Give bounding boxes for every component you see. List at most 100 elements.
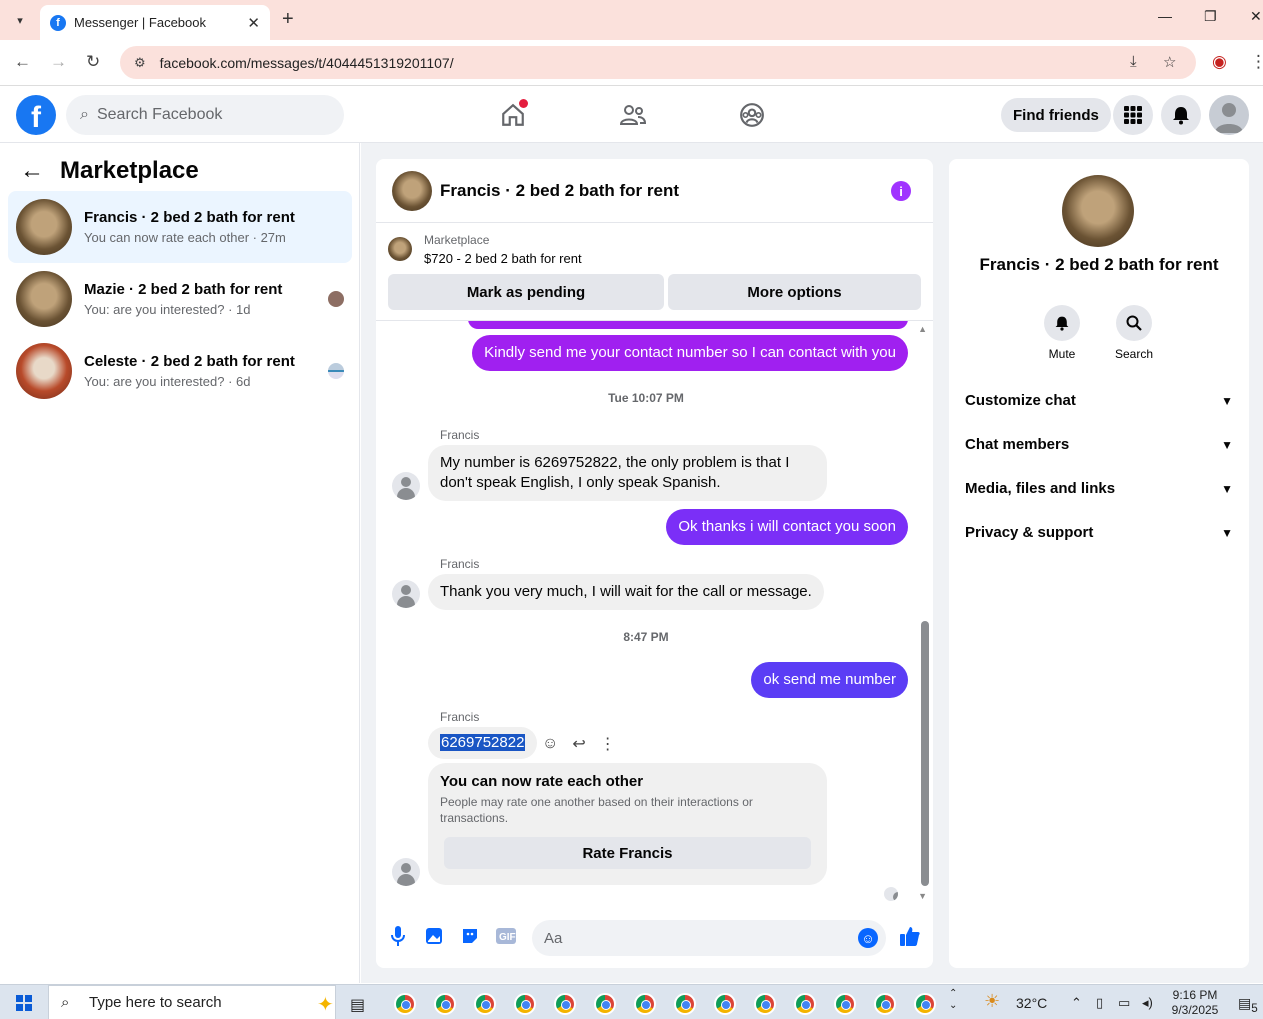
chat-title[interactable]: Francis · 2 bed 2 bath for rent xyxy=(440,181,679,201)
photo-icon[interactable] xyxy=(423,925,445,947)
react-smiley-icon[interactable]: ☺ xyxy=(542,735,558,753)
close-window-icon[interactable]: ✕ xyxy=(1250,8,1262,25)
chrome-icon[interactable] xyxy=(434,993,456,1015)
listing-thumbnail[interactable] xyxy=(388,237,412,261)
url-text: facebook.com/messages/t/4044451319201107… xyxy=(159,54,454,71)
microphone-icon[interactable] xyxy=(387,925,409,947)
forward-arrow-icon[interactable]: → xyxy=(50,52,67,72)
marketplace-label: Marketplace xyxy=(424,233,490,247)
scroll-up-arrow-icon[interactable]: ▲ xyxy=(918,324,927,334)
conversation-item[interactable]: Mazie · 2 bed 2 bath for rent You: are y… xyxy=(8,263,352,335)
browser-tab-messenger[interactable]: f Messenger | Facebook ✕ xyxy=(40,5,270,40)
chrome-icon[interactable] xyxy=(394,993,416,1015)
bell-icon xyxy=(1044,305,1080,341)
scroll-down-arrow-icon[interactable]: ▼ xyxy=(918,891,927,901)
taskbar-search-input[interactable]: ⌕ Type here to search ✦ xyxy=(48,985,336,1019)
restore-icon[interactable]: ❐ xyxy=(1204,8,1217,25)
chrome-icon[interactable] xyxy=(514,993,536,1015)
search-in-chat-button[interactable]: Search xyxy=(1104,305,1164,361)
address-bar[interactable]: ⚙ facebook.com/messages/t/40444513192011… xyxy=(120,46,1196,79)
chrome-icon[interactable] xyxy=(914,993,936,1015)
gif-icon[interactable]: GIF xyxy=(495,925,517,947)
chrome-icon[interactable] xyxy=(634,993,656,1015)
media-files-links-row[interactable]: Media, files and links ▼ xyxy=(965,480,1233,497)
minimize-icon[interactable]: — xyxy=(1158,8,1172,24)
windows-start-icon[interactable] xyxy=(16,995,32,1011)
new-tab-icon[interactable]: + xyxy=(282,8,294,31)
scrollbar-thumb[interactable] xyxy=(921,621,929,886)
back-arrow-icon[interactable]: ← xyxy=(20,157,44,185)
notification-center-icon[interactable]: ▤5 xyxy=(1238,995,1258,1015)
show-hidden-icons-chevron-icon[interactable]: ⌃ xyxy=(1071,995,1082,1011)
facebook-logo-icon[interactable]: f xyxy=(16,95,56,135)
emoji-icon[interactable]: ☺ xyxy=(858,928,878,948)
find-friends-button[interactable]: Find friends xyxy=(1001,98,1111,132)
message-bubble-incoming[interactable]: Thank you very much, I will wait for the… xyxy=(428,574,824,610)
thumbs-up-icon[interactable] xyxy=(898,925,922,947)
message-bubble-outgoing[interactable]: Kindly send me your contact number so I … xyxy=(472,335,908,371)
profile-icon[interactable]: ◉ xyxy=(1212,52,1227,72)
friends-icon[interactable] xyxy=(616,99,650,131)
home-icon[interactable] xyxy=(496,99,530,131)
more-options-button[interactable]: More options xyxy=(668,274,921,310)
chat-members-row[interactable]: Chat members ▼ xyxy=(965,436,1233,453)
taskbar-scroll-icon[interactable]: ⌃ ⌄ xyxy=(949,988,957,1012)
listing-thumbnail[interactable] xyxy=(392,170,432,211)
listing-price[interactable]: $720 - 2 bed 2 bath for rent xyxy=(424,251,582,266)
chrome-icon[interactable] xyxy=(594,993,616,1015)
search-icon: ⌕ xyxy=(80,106,89,123)
tab-search-chevron-icon[interactable]: ▾ xyxy=(8,9,32,31)
chrome-icon[interactable] xyxy=(754,993,776,1015)
task-view-icon[interactable]: ▤ xyxy=(350,995,365,1015)
facebook-search-input[interactable]: ⌕ Search Facebook xyxy=(66,95,344,135)
reload-icon[interactable]: ↻ xyxy=(86,52,100,72)
reply-icon[interactable]: ↩ xyxy=(572,734,585,754)
message-list[interactable]: Kindly send me your contact number so I … xyxy=(376,321,933,901)
chrome-icon[interactable] xyxy=(874,993,896,1015)
taskbar-clock[interactable]: 9:16 PM 9/3/2025 xyxy=(1165,988,1225,1018)
sender-avatar[interactable] xyxy=(392,580,420,608)
chrome-icon[interactable] xyxy=(794,993,816,1015)
sender-avatar[interactable] xyxy=(392,472,420,500)
chrome-icon[interactable] xyxy=(474,993,496,1015)
more-actions-icon[interactable]: ⋮ xyxy=(600,734,616,754)
message-input[interactable]: Aa ☺ xyxy=(532,920,886,956)
browser-menu-icon[interactable]: ⋮ xyxy=(1250,52,1263,72)
site-info-icon[interactable]: ⚙ xyxy=(134,55,146,71)
privacy-support-row[interactable]: Privacy & support ▼ xyxy=(965,524,1233,541)
notifications-bell-icon[interactable] xyxy=(1161,95,1201,135)
battery-icon[interactable]: ▯ xyxy=(1096,995,1103,1011)
install-app-icon[interactable]: ⤓ xyxy=(1130,53,1137,70)
chrome-icon[interactable] xyxy=(714,993,736,1015)
groups-icon[interactable] xyxy=(735,99,769,131)
message-bubble-incoming[interactable]: My number is 6269752822, the only proble… xyxy=(428,445,827,501)
account-avatar[interactable] xyxy=(1209,95,1249,135)
conversation-preview: You: are you interested? · 1d xyxy=(84,302,251,317)
message-bubble-outgoing[interactable]: Ok thanks i will contact you soon xyxy=(666,509,908,545)
chrome-icon[interactable] xyxy=(674,993,696,1015)
back-arrow-icon[interactable]: ← xyxy=(14,52,31,72)
chrome-icon[interactable] xyxy=(834,993,856,1015)
volume-icon[interactable]: ◂) xyxy=(1142,995,1153,1011)
sender-avatar[interactable] xyxy=(392,858,420,886)
listing-thumbnail[interactable] xyxy=(1062,175,1134,247)
conversation-item[interactable]: Francis · 2 bed 2 bath for rent You can … xyxy=(8,191,352,263)
mute-button[interactable]: Mute xyxy=(1032,305,1092,361)
conversation-list-pane: ← Marketplace Francis · 2 bed 2 bath for… xyxy=(0,143,360,983)
menu-grid-icon[interactable] xyxy=(1113,95,1153,135)
close-tab-icon[interactable]: ✕ xyxy=(247,14,260,32)
message-bubble-incoming[interactable]: 6269752822 xyxy=(428,727,538,759)
rate-francis-button[interactable]: Rate Francis xyxy=(444,837,811,869)
chat-info-name: Francis · 2 bed 2 bath for rent xyxy=(979,255,1219,274)
temperature[interactable]: 32°C xyxy=(1016,995,1047,1011)
message-bubble-outgoing[interactable]: ok send me number xyxy=(751,662,908,698)
bookmark-star-icon[interactable]: ☆ xyxy=(1163,53,1176,71)
conversation-item[interactable]: Celeste · 2 bed 2 bath for rent You: are… xyxy=(8,335,352,407)
selected-text[interactable]: 6269752822 xyxy=(440,734,526,751)
info-icon[interactable]: i xyxy=(891,181,911,201)
sticker-icon[interactable] xyxy=(459,925,481,947)
customize-chat-row[interactable]: Customize chat ▼ xyxy=(965,392,1233,409)
network-icon[interactable]: ▭ xyxy=(1118,995,1130,1011)
chrome-icon[interactable] xyxy=(554,993,576,1015)
mark-as-pending-button[interactable]: Mark as pending xyxy=(388,274,664,310)
